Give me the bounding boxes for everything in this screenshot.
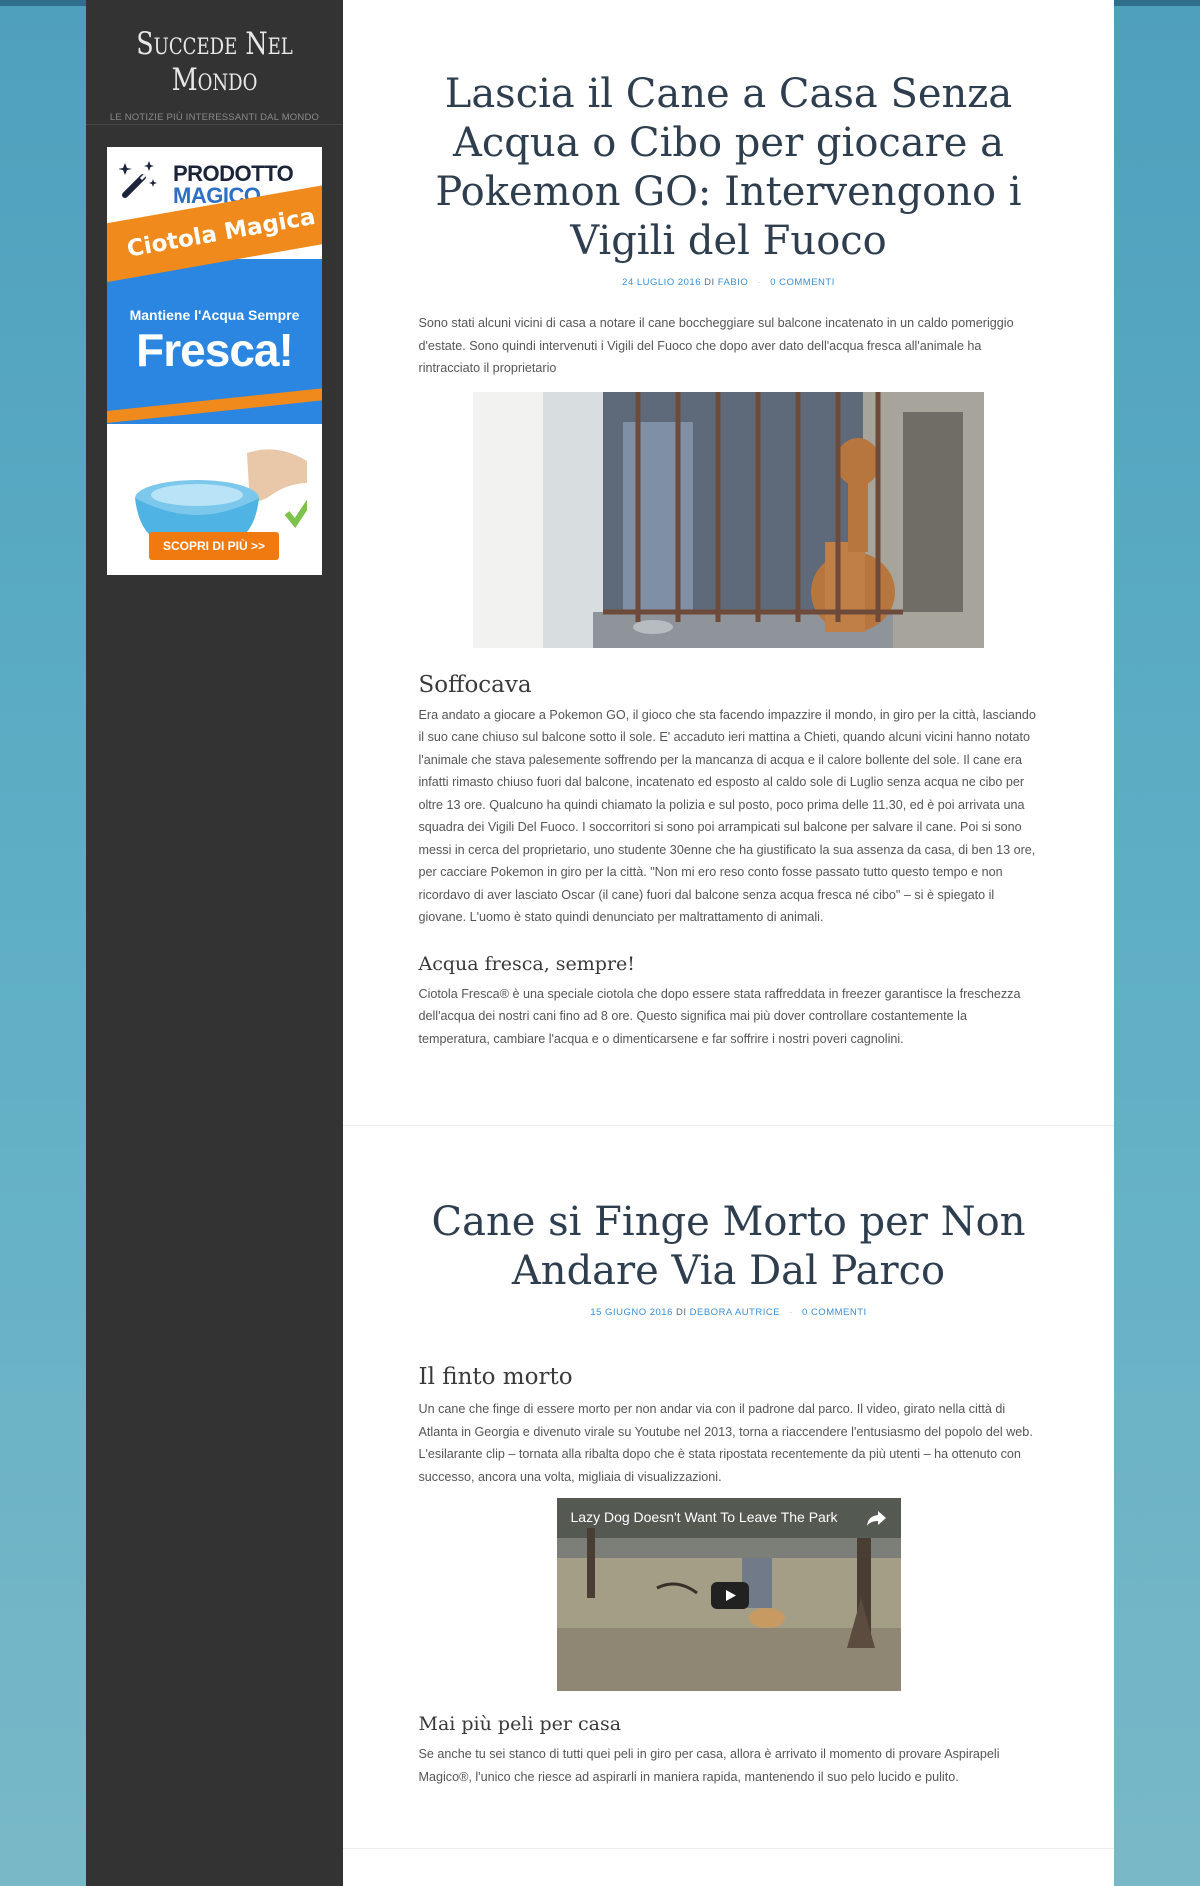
post-2-title[interactable]: Cane si Finge Morto per Non Andare Via D… [429,1198,1029,1296]
post-2-section2-text: Se anche tu sei stanco di tutti quei pel… [418,1747,1000,1784]
checkmark-icon [284,499,307,529]
share-icon[interactable] [865,1507,887,1529]
post-2-section1-text: Un cane che finge di essere morto per no… [418,1402,1033,1484]
post-2-author[interactable]: DEBORA AUTRICE [690,1307,780,1318]
site-branding: Succede Nel Mondo LE NOTIZIE PIÙ INTERES… [86,0,343,125]
post-1-intro: Sono stati alcuni vicini di casa a notar… [418,316,1014,375]
post-2-meta: 15 GIUGNO 2016 DI DEBORA AUTRICE · 0 COM… [343,1307,1114,1318]
site-title-link[interactable]: Succede Nel Mondo [109,26,320,98]
post-1-comments[interactable]: 0 COMMENTI [770,277,835,288]
dog-on-balcony-image [473,391,984,648]
post-1-section1-text: Era andato a giocare a Pokemon GO, il gi… [418,707,1036,925]
post-2-section2-heading: Mai più peli per casa [418,1713,622,1735]
ad-headline: Fresca! [136,324,294,376]
post-1-section2-text: Ciotola Fresca® è una speciale ciotola c… [418,986,1021,1046]
post-1-date[interactable]: 24 LUGLIO 2016 [622,277,701,288]
youtube-video-embed[interactable]: Lazy Dog Doesn't Want To Leave The Park [556,1498,901,1691]
post-1-section2-heading: Acqua fresca, sempre! [418,952,635,975]
post-2-content: Il finto morto Un cane che finge di esse… [419,1364,1039,1788]
meta-separator: · [757,277,762,288]
video-title[interactable]: Lazy Dog Doesn't Want To Leave The Park [571,1509,838,1525]
post-1-author[interactable]: FABIO [718,277,748,288]
post-1-content: Sono stati alcuni vicini di casa a notar… [419,312,1039,1050]
main-content: Lascia il Cane a Casa Senza Acqua o Cibo… [343,0,1114,1886]
play-button-icon[interactable] [710,1582,749,1609]
meta-separator: · [789,1307,793,1318]
post-1-by: DI [704,277,715,288]
post-2-by: DI [676,1307,687,1318]
site-description: LE NOTIZIE PIÙ INTERESSANTI DAL MONDO [109,112,320,123]
post-2: Cane si Finge Morto per Non Andare Via D… [343,1126,1114,1849]
sidebar-ad-banner[interactable]: PRODOTTO MAGICO Ciotola Magica Mantiene … [107,147,322,575]
ad-cta-button[interactable]: SCOPRI DI PIÙ >> [149,532,279,560]
post-2-comments[interactable]: 0 COMMENTI [802,1307,867,1318]
post-2-date[interactable]: 15 GIUGNO 2016 [590,1307,673,1318]
post-1-title[interactable]: Lascia il Cane a Casa Senza Acqua o Cibo… [429,70,1029,266]
post-1-section1-heading: Soffocava [418,671,532,698]
magic-wand-icon [119,161,157,198]
post-1-meta: 24 LUGLIO 2016 DI FABIO · 0 COMMENTI [343,277,1114,288]
ad-tagline: Mantiene l'Acqua Sempre [129,307,300,323]
post-1: Lascia il Cane a Casa Senza Acqua o Cibo… [343,0,1114,1126]
post-2-section1-heading: Il finto morto [418,1364,573,1390]
sidebar: Succede Nel Mondo LE NOTIZIE PIÙ INTERES… [86,0,343,1886]
